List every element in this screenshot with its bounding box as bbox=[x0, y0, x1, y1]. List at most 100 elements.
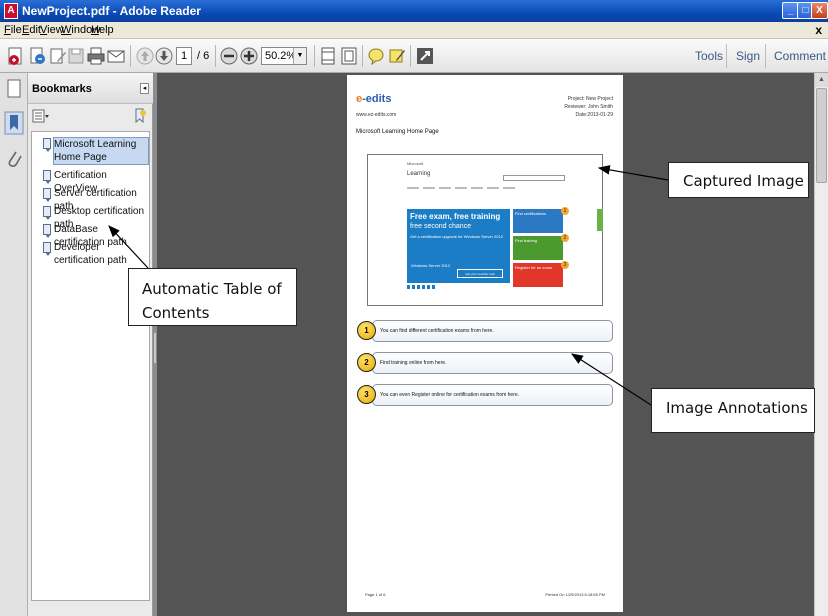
annotation-text: You can find different certification exa… bbox=[380, 328, 494, 334]
annotation-number: 3 bbox=[357, 385, 376, 404]
title-bar: A NewProject.pdf - Adobe Reader _ □ X bbox=[0, 0, 828, 22]
bookmark-label: Microsoft Learning Home Page bbox=[53, 137, 149, 165]
highlight-icon[interactable] bbox=[387, 46, 407, 66]
toolbar-separator bbox=[362, 45, 363, 67]
sign-button[interactable]: Sign bbox=[736, 49, 760, 63]
tile-find-training: Find training bbox=[513, 236, 563, 260]
company-url: www.ez-edits.com bbox=[356, 112, 397, 118]
close-button[interactable]: X bbox=[811, 2, 828, 19]
bookmark-icon bbox=[43, 188, 51, 202]
search-box bbox=[503, 175, 565, 181]
annotation-text: You can even Register online for certifi… bbox=[380, 392, 520, 398]
page-total: / 6 bbox=[197, 50, 210, 62]
comment-button[interactable]: Comment bbox=[774, 49, 826, 63]
menu-bar: File Edit View Window Help x bbox=[0, 22, 828, 39]
toolbar-separator bbox=[314, 45, 315, 67]
next-page-icon[interactable] bbox=[154, 46, 174, 66]
full-screen-icon[interactable] bbox=[415, 46, 435, 66]
annotation-text: Find training online from here. bbox=[380, 360, 447, 366]
page-heading: Microsoft Learning Home Page bbox=[356, 129, 439, 135]
toolbar-separator bbox=[130, 45, 131, 67]
adobe-reader-icon: A bbox=[4, 3, 18, 19]
bookmarks-list: Microsoft Learning Home Page Certificati… bbox=[31, 131, 150, 601]
page-number-input[interactable]: 1 bbox=[176, 47, 192, 65]
callout-text: Captured Image bbox=[683, 172, 804, 190]
pdf-page: e-edits www.ez-edits.com Project: New Pr… bbox=[347, 75, 623, 612]
toolbar-separator bbox=[726, 44, 727, 68]
menu-help[interactable]: Help bbox=[91, 24, 114, 36]
scroll-up-icon[interactable]: ▲ bbox=[815, 73, 828, 87]
captured-screenshot: Microsoft Learning Free exam, free train… bbox=[367, 154, 603, 306]
windows-server-label: Windows Server 2012 bbox=[411, 263, 451, 268]
microsoft-logo: Microsoft bbox=[407, 161, 424, 166]
toolbar-separator bbox=[215, 45, 216, 67]
vertical-scrollbar[interactable]: ▲ bbox=[814, 73, 828, 616]
carousel-dots bbox=[407, 285, 437, 289]
learning-title: Learning bbox=[407, 171, 431, 177]
tools-button[interactable]: Tools bbox=[695, 49, 723, 63]
menu-file[interactable]: File bbox=[4, 24, 22, 36]
menu-edit[interactable]: Edit bbox=[22, 24, 41, 36]
side-tile bbox=[597, 209, 603, 231]
save-icon[interactable] bbox=[66, 46, 86, 66]
marker-badge: 1 bbox=[561, 207, 569, 215]
annotation-box: You can find different certification exa… bbox=[372, 320, 613, 342]
fit-width-icon[interactable] bbox=[339, 46, 359, 66]
attachments-icon[interactable] bbox=[4, 147, 24, 171]
bookmark-label: Developer certification path bbox=[54, 242, 127, 266]
toolbar: 1 / 6 50.2% ▼ Tools Sign Comment bbox=[0, 39, 828, 73]
new-bookmark-icon[interactable] bbox=[133, 108, 147, 124]
image-annotations-callout: Image Annotations bbox=[651, 388, 815, 433]
bookmark-icon bbox=[43, 170, 51, 184]
bookmark-icon bbox=[43, 242, 51, 256]
hero-title: Free exam, free training bbox=[410, 212, 501, 221]
zoom-dropdown-icon[interactable]: ▼ bbox=[293, 48, 306, 64]
toc-callout: Automatic Table of Contents bbox=[128, 268, 297, 326]
meta-date: Date:2013-01-29 bbox=[575, 112, 613, 118]
navigation-pane-strip bbox=[0, 73, 28, 616]
company-logo: e-edits bbox=[356, 93, 392, 105]
toolbar-separator bbox=[410, 45, 411, 67]
annotation-box: Find training online from here. bbox=[372, 352, 613, 374]
annotation-note: You can even Register online for certifi… bbox=[357, 384, 613, 406]
create-pdf-icon[interactable] bbox=[6, 46, 26, 66]
callout-text: Automatic Table of bbox=[142, 280, 282, 298]
zoom-in-icon[interactable] bbox=[239, 46, 259, 66]
meta-project: Project: New Project bbox=[567, 96, 613, 102]
print-icon[interactable] bbox=[86, 46, 106, 66]
collapse-panel-icon[interactable]: ◂ bbox=[140, 83, 149, 94]
marker-badge: 3 bbox=[561, 261, 569, 269]
annotation-box: You can even Register online for certifi… bbox=[372, 384, 613, 406]
edit-icon[interactable] bbox=[48, 46, 68, 66]
captured-image-callout: Captured Image bbox=[668, 162, 809, 198]
options-menu-icon[interactable] bbox=[32, 109, 50, 123]
sticky-note-icon[interactable] bbox=[366, 46, 386, 66]
callout-text: Image Annotations bbox=[666, 399, 808, 417]
page-thumbnails-icon[interactable] bbox=[4, 77, 24, 101]
scroll-thumb[interactable] bbox=[816, 88, 827, 183]
callout-text: Contents bbox=[142, 304, 210, 322]
zoom-out-icon[interactable] bbox=[219, 46, 239, 66]
tile-register-exam: Register for an exam bbox=[513, 263, 563, 287]
site-nav bbox=[407, 187, 517, 189]
project-meta: Project: New Project Reviewer: John Smit… bbox=[564, 95, 613, 119]
hero-banner: Free exam, free training free second cha… bbox=[407, 209, 510, 283]
bookmark-icon bbox=[43, 224, 51, 238]
bookmarks-title: Bookmarks bbox=[32, 83, 92, 95]
toolbar-separator bbox=[765, 44, 766, 68]
fit-page-icon[interactable] bbox=[318, 46, 338, 66]
bookmark-icon bbox=[43, 206, 51, 220]
email-icon[interactable] bbox=[106, 46, 126, 66]
open-icon[interactable] bbox=[27, 46, 47, 66]
bookmarks-icon[interactable] bbox=[4, 111, 24, 135]
close-document-icon[interactable]: x bbox=[815, 23, 822, 37]
page-footer-right: Printed On 1/29/2013 6:18:55 PM bbox=[545, 592, 605, 597]
page-footer-left: Page 1 of 6 bbox=[365, 592, 386, 597]
hero-subtitle: Get a certification upgrade for Windows … bbox=[410, 234, 503, 239]
hero-cta: Get your voucher now bbox=[457, 269, 503, 278]
bookmarks-header: Bookmarks ◂ bbox=[28, 73, 153, 104]
prev-page-icon[interactable] bbox=[135, 46, 155, 66]
bookmark-icon bbox=[43, 138, 51, 152]
annotation-number: 2 bbox=[357, 353, 376, 372]
annotation-note: You can find different certification exa… bbox=[357, 320, 613, 342]
